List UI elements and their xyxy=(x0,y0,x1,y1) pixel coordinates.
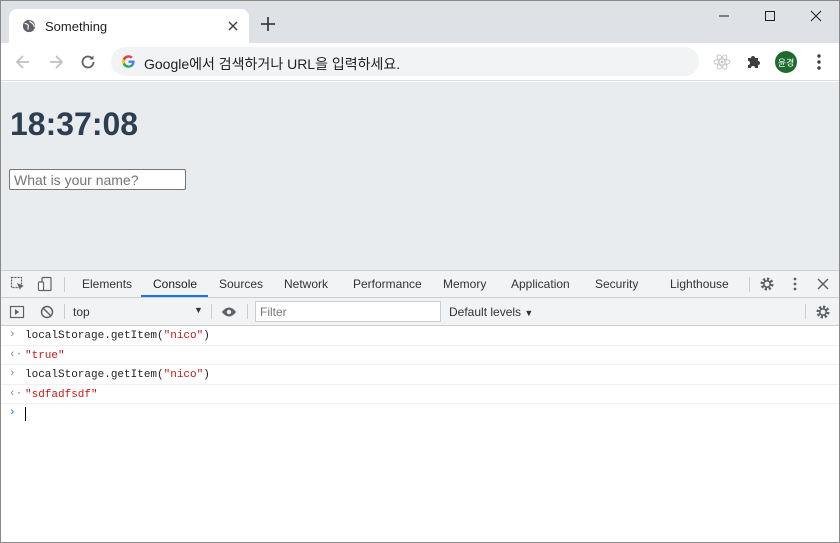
minimize-icon xyxy=(719,15,729,17)
chevron-right-icon: › xyxy=(9,407,16,419)
title-bar: Something xyxy=(1,1,839,43)
minimize-button[interactable] xyxy=(701,1,747,31)
tab-performance[interactable]: Performance xyxy=(353,277,422,291)
clear-console-icon[interactable] xyxy=(39,304,55,320)
code-text: ) xyxy=(203,369,210,381)
tab-sources[interactable]: Sources xyxy=(219,277,263,291)
tab-application[interactable]: Application xyxy=(511,277,570,291)
text-caret xyxy=(25,407,26,421)
maximize-button[interactable] xyxy=(747,1,793,31)
device-toolbar-icon[interactable] xyxy=(37,276,53,292)
chevron-right-icon: › xyxy=(9,329,16,341)
tab-title: Something xyxy=(45,19,108,34)
console-result-row: ‹· "true" xyxy=(1,346,839,365)
forward-arrow-icon[interactable] xyxy=(46,52,66,72)
globe-icon xyxy=(22,19,36,33)
avatar[interactable]: 윤경 xyxy=(775,51,797,73)
divider xyxy=(64,277,65,292)
devtools-tab-bar: Elements Console Sources Network Perform… xyxy=(1,271,839,298)
tab-memory[interactable]: Memory xyxy=(443,277,486,291)
new-tab-button[interactable] xyxy=(257,13,279,35)
tab-lighthouse[interactable]: Lighthouse xyxy=(670,277,729,291)
code-string: "nico" xyxy=(163,369,204,381)
dropdown-arrow-icon: ▼ xyxy=(194,305,203,315)
divider xyxy=(64,304,65,319)
maximize-icon xyxy=(765,11,775,21)
tab-elements[interactable]: Elements xyxy=(82,277,132,291)
inspect-element-icon[interactable] xyxy=(10,276,26,292)
tab-network[interactable]: Network xyxy=(284,277,328,291)
log-levels-dropdown[interactable]: Default levels ▼ xyxy=(449,305,533,319)
log-levels-label: Default levels xyxy=(449,305,522,319)
page-viewport: 18:37:08 xyxy=(1,82,839,270)
return-arrow-icon: ‹· xyxy=(9,348,23,361)
console-code: localStorage.getItem("nico") xyxy=(25,369,210,381)
console-prompt[interactable]: › xyxy=(1,404,839,424)
close-icon[interactable] xyxy=(225,18,241,34)
devtools-panel: Elements Console Sources Network Perform… xyxy=(1,270,839,542)
divider xyxy=(247,304,248,319)
clock-display: 18:37:08 xyxy=(10,106,139,142)
extensions-puzzle-icon[interactable] xyxy=(744,52,764,72)
code-text: localStorage.getItem( xyxy=(25,330,164,342)
chevron-right-icon: › xyxy=(9,368,16,380)
console-result: "true" xyxy=(25,349,65,362)
gear-icon[interactable] xyxy=(759,276,775,292)
return-arrow-icon: ‹· xyxy=(9,387,23,400)
console-result: "sdfadfsdf" xyxy=(25,388,98,401)
context-selector[interactable]: top xyxy=(73,305,90,319)
browser-toolbar: Google에서 검색하거나 URL을 입력하세요. 윤경 xyxy=(1,43,839,81)
name-input[interactable] xyxy=(9,169,186,190)
console-code: localStorage.getItem("nico") xyxy=(25,330,210,342)
divider xyxy=(805,304,806,319)
code-text: ) xyxy=(203,330,210,342)
more-vert-icon[interactable] xyxy=(787,276,803,292)
react-devtools-icon[interactable] xyxy=(712,52,732,72)
console-input-row: › localStorage.getItem("nico") xyxy=(1,326,839,346)
close-icon[interactable] xyxy=(815,276,831,292)
filter-input[interactable] xyxy=(255,301,441,322)
browser-window: Something Google에서 검색하거나 URL을 입력하세요. 윤경 … xyxy=(0,0,840,543)
more-vert-icon[interactable] xyxy=(809,52,829,72)
console-input-row: › localStorage.getItem("nico") xyxy=(1,365,839,385)
dropdown-arrow-icon: ▼ xyxy=(524,308,534,318)
code-text: localStorage.getItem( xyxy=(25,369,164,381)
browser-tab[interactable]: Something xyxy=(9,9,249,43)
reload-icon[interactable] xyxy=(78,52,98,72)
show-sidebar-icon[interactable] xyxy=(9,304,25,320)
close-icon xyxy=(810,10,822,22)
code-string: "nico" xyxy=(163,330,204,342)
eye-icon[interactable] xyxy=(221,304,237,320)
address-bar[interactable]: Google에서 검색하거나 URL을 입력하세요. xyxy=(111,47,699,76)
gear-icon[interactable] xyxy=(815,304,831,320)
window-close-button[interactable] xyxy=(793,1,839,31)
active-tab-indicator xyxy=(141,295,208,297)
console-toolbar: top ▼ Default levels ▼ xyxy=(1,298,839,326)
divider xyxy=(749,277,750,292)
back-arrow-icon[interactable] xyxy=(13,52,33,72)
google-g-icon xyxy=(122,55,135,68)
tab-security[interactable]: Security xyxy=(595,277,638,291)
console-result-row: ‹· "sdfadfsdf" xyxy=(1,385,839,404)
console-log: › localStorage.getItem("nico") ‹· "true"… xyxy=(1,326,839,542)
divider xyxy=(211,304,212,319)
tab-console[interactable]: Console xyxy=(153,277,197,291)
omnibox-text: Google에서 검색하거나 URL을 입력하세요. xyxy=(144,56,401,72)
